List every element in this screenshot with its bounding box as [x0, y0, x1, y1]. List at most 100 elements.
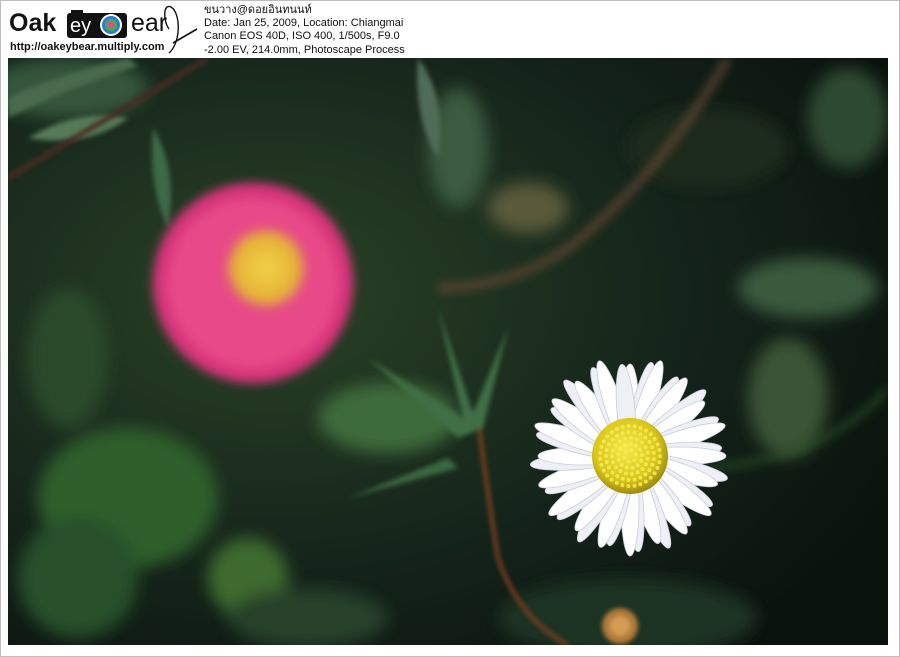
- daisy-floret: [624, 471, 628, 476]
- daisy-floret: [657, 448, 662, 452]
- daisy-floret: [658, 454, 662, 459]
- daisy-floret: [615, 433, 620, 438]
- daisy-floret: [648, 475, 653, 480]
- daisy-floret: [610, 448, 615, 453]
- daisy-floret: [651, 450, 656, 455]
- daisy-floret: [606, 442, 611, 447]
- daisy-floret: [652, 471, 657, 476]
- daisy-floret: [639, 440, 644, 445]
- daisy-floret: [623, 449, 628, 454]
- daisy-floret: [655, 465, 660, 470]
- daisy-floret: [647, 439, 652, 444]
- caption-title: ขนวาง@ดอยอินทนนท์: [204, 4, 312, 16]
- daisy-floret: [616, 457, 621, 462]
- camera-icon: ey: [67, 10, 127, 38]
- daisy-floret: [650, 462, 655, 467]
- daisy-floret: [620, 424, 625, 429]
- photo-caption: ขนวาง@ดอยอินทนนท์ Date: Jan 25, 2009, Lo…: [204, 4, 405, 57]
- daisy-floret: [643, 479, 648, 484]
- logo-wordmark: Oak: [9, 9, 56, 38]
- daisy-floret: [615, 474, 620, 479]
- daisy-floret: [609, 477, 614, 482]
- daisy-floret: [638, 425, 643, 430]
- daisy-floret: [626, 484, 631, 488]
- daisy-floret: [643, 445, 648, 450]
- daisy-floret: [632, 458, 637, 463]
- daisy-floret: [634, 443, 638, 448]
- logo-url-link[interactable]: http://oakeybear.multiply.com: [10, 41, 164, 53]
- daisy-floret: [628, 442, 633, 446]
- daisy-floret: [622, 443, 627, 448]
- flower-photo: [8, 58, 888, 645]
- daisy-floret: [632, 483, 637, 488]
- daisy-floret: [634, 437, 639, 442]
- daisy-floret: [604, 454, 608, 458]
- daisy-floret: [618, 446, 623, 451]
- daisy-floret: [639, 458, 644, 463]
- daisy-floret: [638, 432, 643, 437]
- daisy-floret: [601, 468, 606, 473]
- pink-flower: [153, 183, 353, 383]
- daisy-floret: [614, 480, 619, 485]
- daisy-floret: [609, 430, 614, 435]
- daisy-floret: [610, 470, 615, 475]
- daisy-floret: [638, 482, 643, 487]
- daisy-floret: [645, 456, 650, 461]
- daisy-floret: [622, 455, 627, 460]
- daisy-floret: [643, 435, 648, 440]
- caption-camera-settings: Canon EOS 40D, ISO 400, 1/500s, F9.0: [204, 30, 400, 43]
- daisy-floret: [619, 462, 624, 467]
- daisy-floret: [618, 469, 623, 474]
- daisy-floret: [643, 472, 648, 477]
- daisy-floret: [629, 471, 634, 476]
- daisy-floret: [640, 467, 645, 471]
- daisy-floret: [632, 477, 637, 482]
- daisy-floret: [638, 475, 643, 480]
- daisy-floret: [624, 465, 629, 470]
- daisy-floret: [598, 450, 603, 455]
- daisy-floret: [645, 450, 650, 455]
- daisy-floret: [629, 436, 634, 440]
- daisy-floret: [598, 456, 603, 461]
- daisy-floret: [643, 428, 648, 433]
- swoosh-icon: [164, 5, 198, 54]
- daisy-floret: [620, 431, 625, 436]
- daisy-floret: [630, 465, 635, 470]
- daisy-floret: [640, 453, 644, 457]
- daisy-floret: [605, 434, 610, 439]
- daisy-floret: [655, 442, 660, 447]
- daisy-floret: [620, 476, 625, 481]
- photo-frame: Oak ey ear http://oakeybear.multiply.com: [0, 0, 900, 657]
- daisy-floret: [633, 452, 638, 457]
- caption-exposure-process: -2.00 EV, 214.0mm, Photoscape Process: [204, 43, 405, 56]
- daisy-floret: [635, 463, 640, 468]
- daisy-floret: [638, 447, 643, 452]
- daisy-floret: [651, 457, 656, 461]
- daisy-floret: [657, 460, 662, 465]
- daisy-floret: [632, 430, 637, 435]
- daisy-floret: [623, 436, 628, 441]
- daisy-floret: [613, 443, 618, 448]
- daisy-floret: [632, 424, 637, 429]
- daisy-floret: [614, 465, 619, 470]
- daisy-floret: [626, 424, 631, 428]
- daisy-floret: [604, 448, 609, 453]
- daisy-floret: [607, 465, 611, 470]
- daisy-floret: [647, 468, 652, 473]
- caption-date-location: Date: Jan 25, 2009, Location: Chiangmai: [204, 17, 404, 30]
- daisy-floret: [605, 473, 610, 478]
- flower-photo-drawing: [8, 58, 888, 645]
- daisy-floret: [620, 483, 625, 487]
- daisy-floret: [644, 462, 648, 467]
- daisy-floret: [601, 439, 606, 444]
- daisy-floret: [610, 437, 615, 442]
- logo-wordmark-left: Oak: [9, 9, 57, 37]
- daisy-floret: [617, 439, 622, 444]
- daisy-floret: [626, 478, 631, 482]
- daisy-floret: [610, 454, 614, 459]
- daisy-floret: [629, 448, 634, 453]
- seed-head: [602, 608, 638, 644]
- logo[interactable]: Oak ey ear http://oakeybear.multiply.com: [9, 3, 199, 57]
- daisy-floret: [611, 460, 616, 465]
- daisy-floret: [599, 462, 604, 467]
